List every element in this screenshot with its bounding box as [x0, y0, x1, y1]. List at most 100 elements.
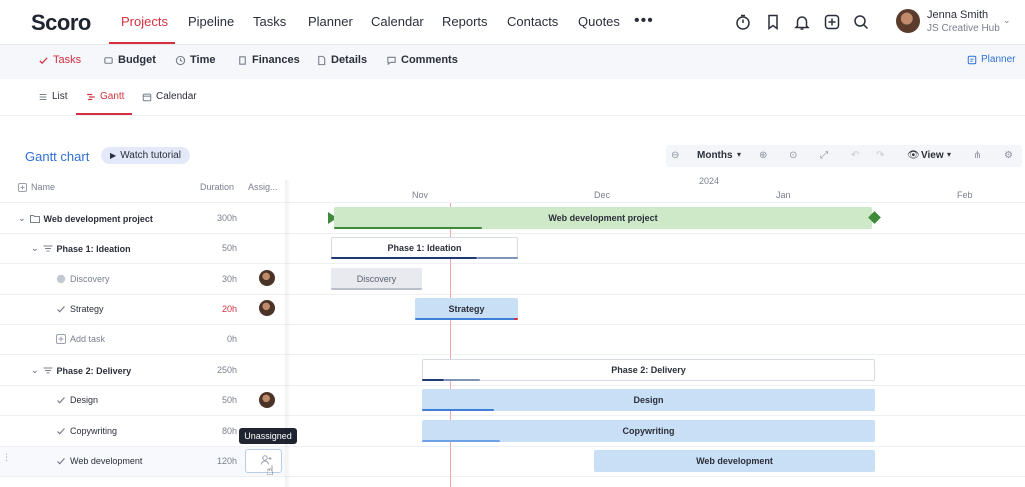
chevron-down-icon[interactable]: ⌄ — [1003, 15, 1011, 26]
add-icon[interactable] — [823, 13, 841, 31]
select-all-checkbox[interactable] — [18, 183, 27, 192]
copywriting-progress — [422, 440, 500, 442]
column-header-duration[interactable]: Duration — [200, 182, 234, 192]
list-icon — [39, 93, 47, 100]
chevron-down-icon[interactable]: ▾ — [737, 150, 741, 159]
check-icon[interactable] — [56, 395, 66, 405]
gantt-bar-web-development[interactable]: Web development — [594, 450, 875, 472]
subnav-finances[interactable]: Finances — [237, 54, 300, 66]
row-divider — [0, 202, 1025, 203]
tab-calendar-label: Calendar — [156, 91, 197, 102]
table-row[interactable]: Web development — [56, 456, 142, 466]
assignee-avatar[interactable] — [259, 270, 275, 286]
fullscreen-icon[interactable]: ⤢ — [820, 150, 828, 161]
gantt-bar-phase-2[interactable]: Phase 2: Delivery — [422, 359, 875, 381]
share-icon[interactable]: ⋔ — [973, 150, 981, 161]
table-row[interactable]: ⌄ Web development project — [18, 213, 153, 224]
gantt-icon — [87, 93, 95, 100]
gantt-bar-discovery[interactable]: Discovery — [331, 268, 422, 290]
drag-handle-icon[interactable]: ⋮ — [2, 453, 11, 462]
column-header-name[interactable]: Name — [31, 182, 55, 192]
undo-icon[interactable]: ↶ — [851, 150, 859, 161]
check-icon[interactable] — [56, 456, 66, 466]
row-name-label: Phase 1: Ideation — [56, 243, 131, 254]
subnav-time-label: Time — [190, 54, 216, 66]
user-avatar[interactable] — [896, 9, 920, 33]
watch-tutorial-button[interactable]: ▶ Watch tutorial — [101, 147, 190, 164]
assignee-avatar[interactable] — [259, 392, 275, 408]
redo-icon[interactable]: ↷ — [876, 150, 884, 161]
fit-icon[interactable]: ⊙ — [789, 150, 797, 161]
table-row[interactable]: Design — [56, 395, 98, 405]
table-row[interactable]: Copywriting — [56, 426, 117, 436]
chevron-down-icon[interactable]: ▾ — [947, 150, 951, 159]
planner-link[interactable]: Planner — [967, 54, 1015, 65]
nav-pipeline[interactable]: Pipeline — [188, 14, 234, 29]
chevron-down-icon[interactable]: ⌄ — [31, 365, 39, 376]
nav-reports[interactable]: Reports — [442, 14, 488, 29]
view-menu-button[interactable]: View — [921, 150, 944, 161]
gantt-bar-copywriting[interactable]: Copywriting — [422, 420, 875, 442]
nav-projects[interactable]: Projects — [121, 14, 168, 29]
subnav-comments[interactable]: Comments — [386, 54, 458, 66]
clock-icon — [175, 55, 186, 65]
table-row[interactable]: ⌄ Phase 1: Ideation — [31, 243, 131, 254]
gear-icon[interactable]: ⚙ — [1004, 150, 1013, 161]
nav-active-indicator — [109, 42, 175, 44]
bell-icon[interactable] — [793, 13, 811, 31]
bookmark-icon[interactable] — [764, 13, 782, 31]
panel-divider-shadow — [285, 180, 291, 487]
add-task-label: Add task — [70, 334, 106, 344]
scoro-logo[interactable]: Scoro — [31, 10, 91, 36]
zoom-out-icon[interactable]: ⊖ — [671, 150, 679, 161]
gantt-bar-strategy[interactable]: Strategy — [415, 298, 518, 320]
user-name[interactable]: Jenna Smith — [927, 9, 988, 21]
chevron-down-icon[interactable]: ⌄ — [31, 243, 39, 254]
row-name-label: Web development project — [43, 213, 153, 224]
subnav-time[interactable]: Time — [175, 54, 215, 66]
table-row[interactable]: Discovery — [56, 274, 110, 284]
search-icon[interactable] — [852, 13, 870, 31]
phase-1-progress — [331, 257, 477, 259]
nav-tasks[interactable]: Tasks — [253, 14, 286, 29]
chevron-down-icon[interactable]: ⌄ — [18, 213, 26, 224]
table-row[interactable]: ⌄ Phase 2: Delivery — [31, 365, 131, 376]
row-divider — [0, 263, 1025, 264]
row-divider — [0, 324, 1025, 325]
gantt-bar-phase-1[interactable]: Phase 1: Ideation — [331, 237, 518, 259]
table-row[interactable]: Strategy — [56, 304, 104, 314]
tab-gantt[interactable]: Gantt — [86, 91, 124, 102]
tab-list[interactable]: List — [38, 91, 68, 102]
timeline-month: Feb — [957, 190, 973, 200]
nav-calendar[interactable]: Calendar — [371, 14, 424, 29]
nav-contacts[interactable]: Contacts — [507, 14, 558, 29]
row-duration: 0h — [226, 334, 237, 344]
zoom-select[interactable]: Months — [697, 150, 733, 161]
assignee-avatar[interactable] — [259, 300, 275, 316]
phase-2-remaining — [444, 379, 480, 381]
check-icon[interactable] — [56, 304, 66, 314]
subnav-budget[interactable]: Budget — [103, 54, 156, 66]
zoom-in-icon[interactable]: ⊕ — [759, 150, 767, 161]
gantt-bar-project[interactable]: Web development project — [334, 207, 872, 229]
timer-icon[interactable] — [734, 13, 752, 31]
row-duration: 80h — [221, 426, 237, 436]
nav-quotes[interactable]: Quotes — [578, 14, 620, 29]
column-header-assignee[interactable]: Assig... — [248, 182, 278, 192]
status-done-icon[interactable] — [56, 274, 66, 284]
nav-planner[interactable]: Planner — [308, 14, 353, 29]
row-duration: 50h — [221, 243, 237, 253]
design-progress — [422, 409, 494, 411]
top-navigation-bar: Scoro Projects Pipeline Tasks Planner Ca… — [0, 0, 1025, 45]
check-icon[interactable] — [56, 426, 66, 436]
row-name-label: Design — [70, 395, 99, 405]
add-task-button[interactable]: Add task — [56, 334, 105, 344]
gantt-bar-design[interactable]: Design — [422, 389, 875, 411]
subnav-details[interactable]: Details — [316, 54, 367, 66]
row-divider — [0, 233, 1025, 234]
eye-icon[interactable]: 👁 — [907, 150, 920, 161]
tab-calendar[interactable]: Calendar — [142, 91, 197, 102]
more-menu-icon[interactable]: ••• — [634, 12, 654, 30]
subnav-tasks[interactable]: Tasks — [38, 54, 81, 66]
timeline-month: Dec — [594, 190, 611, 200]
